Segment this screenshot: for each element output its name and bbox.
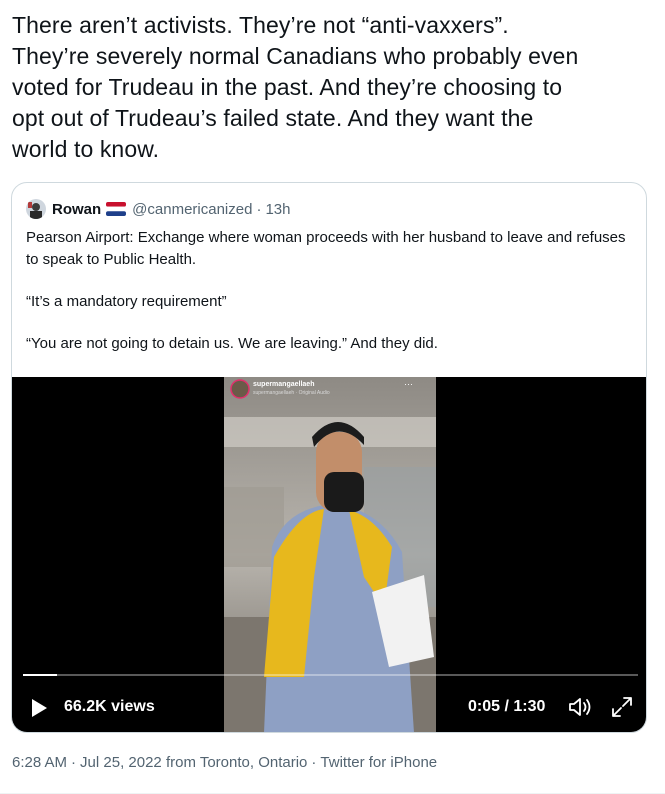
separator-dot: ·: [311, 754, 317, 771]
video-player[interactable]: supermangaellaeh supermangaellaeh · Orig…: [12, 377, 646, 732]
netherlands-flag-icon: [106, 202, 127, 216]
author-handle[interactable]: @canmericanized: [132, 201, 252, 218]
volume-icon: [569, 698, 591, 716]
video-progress-fill: [23, 674, 58, 676]
view-count: 66.2K views: [64, 698, 155, 715]
tweet-metadata: 6:28 AM · Jul 25, 2022 from Toronto, Ontar…: [12, 754, 437, 771]
tweet-text: There aren’t activists. They’re not “ant…: [12, 12, 579, 162]
quote-paragraph: “You are not going to detain us. We are …: [26, 335, 438, 352]
overlay-username: supermangaellaeh: [253, 381, 315, 388]
video-frame: supermangaellaeh supermangaellaeh · Orig…: [224, 377, 436, 732]
tweet-detail: { "tweet": { "text": "There aren’t activ…: [0, 0, 665, 794]
quoted-tweet-text: Pearson Airport: Exchange where woman pr…: [26, 227, 636, 355]
quoted-tweet-time[interactable]: 13h: [265, 201, 290, 218]
play-icon: [32, 699, 47, 717]
tweet-source[interactable]: Twitter for iPhone: [320, 754, 437, 771]
quoted-tweet-card[interactable]: Rowan @canmericanized · 13h Pearson Airp…: [11, 182, 647, 733]
video-frame-image: [224, 377, 436, 732]
video-progress-bar[interactable]: [23, 674, 638, 676]
play-button[interactable]: [28, 697, 50, 719]
quote-paragraph: Pearson Airport: Exchange where woman pr…: [26, 229, 626, 268]
quoted-tweet-header: Rowan @canmericanized · 13h: [26, 199, 290, 219]
volume-button[interactable]: [567, 695, 593, 719]
fullscreen-button[interactable]: [610, 695, 634, 719]
separator-dot: ·: [71, 754, 77, 771]
video-time: 0:05 / 1:30: [468, 698, 546, 715]
author-name[interactable]: Rowan: [52, 201, 101, 218]
quote-paragraph: “It’s a mandatory requirement”: [26, 293, 227, 310]
more-icon: ···: [404, 379, 413, 389]
tweet-date-location[interactable]: Jul 25, 2022 from Toronto, Ontario: [80, 754, 307, 771]
avatar[interactable]: [26, 199, 46, 219]
separator-dot: ·: [256, 200, 262, 218]
tweet-timestamp[interactable]: 6:28 AM: [12, 754, 67, 771]
fullscreen-icon: [612, 697, 632, 717]
overlay-audio-label: supermangaellaeh · Original Audio: [253, 390, 330, 396]
